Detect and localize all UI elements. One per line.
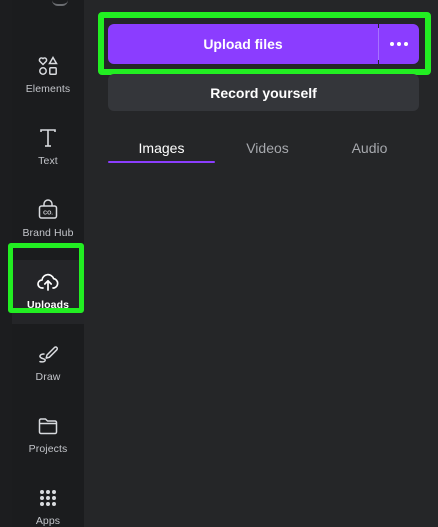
sidebar: Elements Text CO. Brand Hub Uploads Draw… (12, 0, 84, 527)
sidebar-item-label: Text (38, 155, 58, 167)
sidebar-item-label: Uploads (26, 299, 70, 311)
sidebar-item-label: Draw (35, 371, 61, 383)
sidebar-item-apps[interactable]: Apps (12, 476, 84, 527)
more-dots-icon (390, 42, 408, 46)
text-icon (40, 129, 56, 147)
sidebar-top-edge (52, 0, 68, 6)
upload-cloud-icon (37, 273, 59, 291)
app-root: Elements Text CO. Brand Hub Uploads Draw… (0, 0, 438, 527)
sidebar-item-draw[interactable]: Draw (12, 332, 84, 396)
sidebar-item-elements[interactable]: Elements (12, 44, 84, 108)
tab-images[interactable]: Images (108, 132, 215, 164)
svg-text:CO.: CO. (43, 211, 53, 217)
apps-grid-icon (40, 490, 56, 506)
upload-files-button[interactable]: Upload files (108, 24, 378, 64)
sidebar-item-label: Elements (25, 83, 71, 95)
brand-hub-icon: CO. (38, 199, 58, 219)
sidebar-item-brand-hub[interactable]: CO. Brand Hub (12, 188, 84, 252)
tab-videos[interactable]: Videos (215, 132, 320, 164)
draw-icon (39, 346, 58, 363)
sidebar-item-projects[interactable]: Projects (12, 404, 84, 468)
sidebar-item-label: Projects (28, 443, 68, 455)
active-tab-indicator (108, 161, 215, 163)
record-yourself-button[interactable]: Record yourself (108, 74, 419, 111)
more-options-button[interactable] (379, 24, 419, 64)
sidebar-item-uploads[interactable]: Uploads (12, 260, 84, 324)
folder-icon (38, 418, 58, 435)
sidebar-item-label: Apps (35, 515, 61, 527)
sidebar-item-text[interactable]: Text (12, 116, 84, 180)
elements-icon (38, 56, 58, 75)
sidebar-item-label: Brand Hub (22, 227, 74, 239)
tab-audio[interactable]: Audio (320, 132, 419, 164)
